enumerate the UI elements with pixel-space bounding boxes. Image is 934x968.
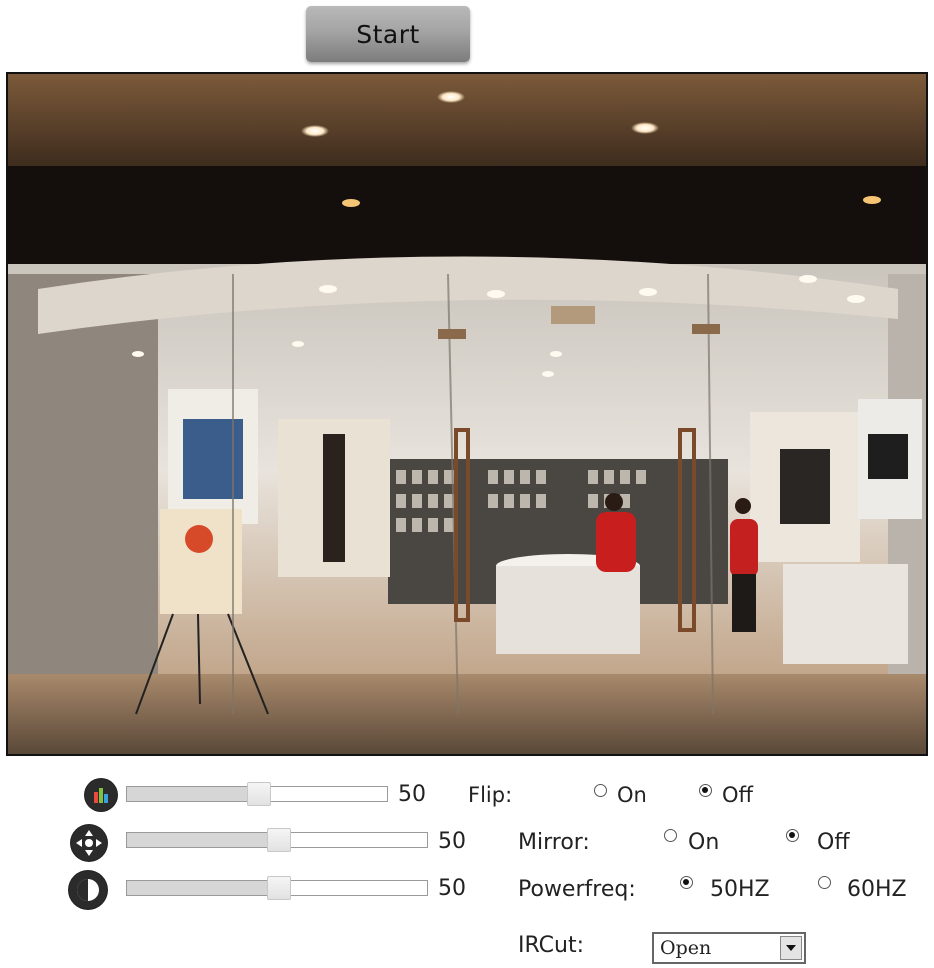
powerfreq-60hz-label[interactable]: 60HZ bbox=[847, 877, 907, 902]
flip-label: Flip: bbox=[468, 783, 513, 807]
flip-off-radio[interactable] bbox=[699, 784, 712, 797]
move-value: 50 bbox=[438, 829, 466, 854]
start-button[interactable]: Start bbox=[306, 6, 470, 62]
contrast-icon bbox=[68, 870, 108, 910]
ircut-label: IRCut: bbox=[518, 933, 585, 958]
move-slider[interactable] bbox=[126, 828, 428, 852]
brightness-slider[interactable] bbox=[126, 782, 388, 806]
powerfreq-60hz-radio[interactable] bbox=[818, 876, 831, 889]
flip-on-label[interactable]: On bbox=[617, 783, 647, 807]
camera-feed[interactable] bbox=[6, 72, 928, 756]
powerfreq-label: Powerfreq: bbox=[518, 877, 636, 902]
brightness-slider-thumb[interactable] bbox=[247, 782, 271, 806]
powerfreq-50hz-radio[interactable] bbox=[680, 876, 693, 889]
ircut-select[interactable]: Open bbox=[652, 932, 806, 964]
camera-image bbox=[8, 74, 926, 754]
move-icon bbox=[70, 824, 108, 862]
camera-control-page: Start 50 50 50 Flip: On Off Mirror: On O… bbox=[0, 0, 934, 968]
mirror-off-label[interactable]: Off bbox=[817, 830, 849, 855]
brightness-icon bbox=[84, 778, 118, 812]
brightness-value: 50 bbox=[398, 782, 426, 807]
flip-on-radio[interactable] bbox=[594, 784, 607, 797]
brightness-slider-fill bbox=[127, 787, 259, 801]
contrast-slider[interactable] bbox=[126, 876, 428, 900]
move-slider-thumb[interactable] bbox=[267, 828, 291, 852]
powerfreq-50hz-label[interactable]: 50HZ bbox=[710, 877, 770, 902]
flip-off-label[interactable]: Off bbox=[722, 783, 753, 807]
ircut-selected-value: Open bbox=[660, 937, 712, 959]
mirror-on-radio[interactable] bbox=[664, 829, 677, 842]
mirror-on-label[interactable]: On bbox=[688, 830, 719, 855]
contrast-slider-fill bbox=[127, 881, 279, 895]
chevron-down-icon[interactable] bbox=[780, 936, 802, 960]
move-slider-fill bbox=[127, 833, 279, 847]
mirror-label: Mirror: bbox=[518, 830, 590, 855]
contrast-slider-thumb[interactable] bbox=[267, 876, 291, 900]
contrast-value: 50 bbox=[438, 876, 466, 901]
mirror-off-radio[interactable] bbox=[786, 829, 799, 842]
